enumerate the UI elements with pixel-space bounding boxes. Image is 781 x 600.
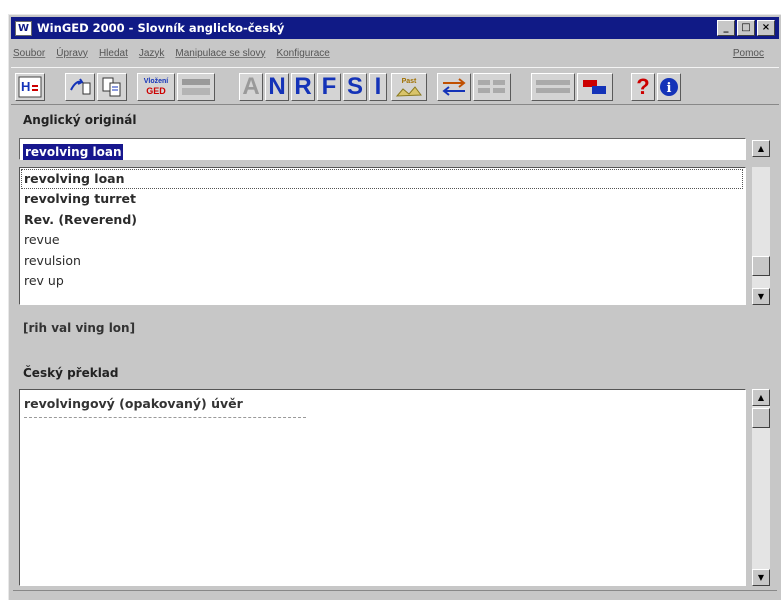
copy-icon <box>102 77 121 97</box>
export-button[interactable] <box>577 73 613 101</box>
search-input[interactable]: revolving loan <box>19 138 746 160</box>
translation-scroll-thumb[interactable] <box>752 408 770 428</box>
translation-scrollbar[interactable]: ▲ ▼ <box>752 389 770 586</box>
word-list[interactable]: revolving loan revolving turret Rev. (Re… <box>19 167 746 305</box>
translation-box[interactable]: revolvingový (opakovaný) úvěr <box>19 389 746 586</box>
list-item[interactable]: revolving loan <box>21 169 743 189</box>
export-icon <box>583 80 606 94</box>
menu-pomoc[interactable]: Pomoc <box>733 48 764 59</box>
list-item[interactable]: rev up <box>20 271 745 292</box>
open-icon <box>70 78 91 95</box>
letter-n-label: N <box>268 73 286 100</box>
list-item[interactable]: revulsion <box>20 251 745 272</box>
language-switch-button[interactable]: H <box>15 73 45 101</box>
swap-button[interactable] <box>437 73 471 101</box>
search-input-value: revolving loan <box>23 144 124 160</box>
menu-jazyk[interactable]: Jazyk <box>139 48 165 59</box>
entry-up-arrow-icon[interactable]: ▲ <box>752 140 770 157</box>
app-icon[interactable]: W <box>15 20 32 36</box>
scroll-down-arrow-icon[interactable]: ▼ <box>752 569 770 586</box>
maximize-button[interactable]: □ <box>737 20 755 36</box>
letter-r-label: R <box>294 73 312 100</box>
letter-a-button[interactable]: A <box>239 73 263 101</box>
settings-icon <box>478 80 505 93</box>
app-window: W WinGED 2000 - Slovník anglicko-český _… <box>8 14 781 600</box>
toolbar: H Vložení GED A N R F S I Past ? i <box>11 67 779 105</box>
past-button[interactable]: Past <box>391 73 427 101</box>
word-list-scroll-thumb[interactable] <box>752 256 770 276</box>
window-title: WinGED 2000 - Slovník anglicko-český <box>37 21 285 35</box>
menu-soubor[interactable]: Soubor <box>13 48 45 59</box>
menu-upravy[interactable]: Úpravy <box>56 48 88 59</box>
letter-i-button[interactable]: I <box>369 73 387 101</box>
info-icon: i <box>660 78 678 96</box>
past-label: Past <box>401 77 417 85</box>
letter-a-label: A <box>242 73 260 100</box>
list-item[interactable]: revue <box>20 230 745 251</box>
letter-s-button[interactable]: S <box>343 73 367 101</box>
list-item[interactable]: Rev. (Reverend) <box>20 210 745 231</box>
letter-i-label: I <box>374 73 382 100</box>
menu-hledat[interactable]: Hledat <box>99 48 128 59</box>
entry-scroll-button[interactable]: ▲ <box>752 138 770 160</box>
grayed-button[interactable] <box>177 73 215 101</box>
letter-f-button[interactable]: F <box>317 73 341 101</box>
help-icon: ? <box>636 74 650 99</box>
source-section-label: Anglický originál <box>23 113 137 127</box>
title-bar[interactable]: W WinGED 2000 - Slovník anglicko-český _… <box>11 17 779 39</box>
menu-manipulace[interactable]: Manipulace se slovy <box>175 48 265 59</box>
list-item[interactable]: revolving turret <box>20 189 745 210</box>
close-button[interactable]: × <box>757 20 775 36</box>
letter-n-button[interactable]: N <box>265 73 289 101</box>
menu-bar: Soubor Úpravy Hledat Jazyk Manipulace se… <box>13 43 777 63</box>
language-switch-glyph: H <box>21 79 30 94</box>
status-bar <box>13 590 777 600</box>
copy-button[interactable] <box>97 73 127 101</box>
letter-r-button[interactable]: R <box>291 73 315 101</box>
settings-button[interactable] <box>473 73 511 101</box>
grayed-icon <box>182 79 210 95</box>
target-section-label: Český překlad <box>23 366 119 380</box>
minimize-button[interactable]: _ <box>717 20 735 36</box>
list-view-icon <box>536 80 570 93</box>
ged-label: GED <box>146 86 166 96</box>
help-button[interactable]: ? <box>631 73 655 101</box>
open-button[interactable] <box>65 73 95 101</box>
info-glyph: i <box>667 81 672 96</box>
insert-ged-button[interactable]: Vložení GED <box>137 73 175 101</box>
vlozeni-label: Vložení <box>143 78 169 85</box>
swap-arrows-icon <box>442 78 466 96</box>
letter-s-label: S <box>346 73 363 100</box>
menu-konfigurace[interactable]: Konfigurace <box>276 48 329 59</box>
word-list-scrollbar[interactable]: ▼ <box>752 167 770 305</box>
letter-f-label: F <box>321 73 337 100</box>
language-switch-icon: H <box>18 76 42 98</box>
translation-text: revolvingový (opakovaný) úvěr <box>24 396 243 411</box>
translation-divider <box>24 417 306 418</box>
list-view-button[interactable] <box>531 73 575 101</box>
window-controls: _ □ × <box>717 20 775 36</box>
past-icon <box>395 85 422 97</box>
pronunciation-text: [rih val ving lon] <box>23 321 136 335</box>
scroll-up-arrow-icon[interactable]: ▲ <box>752 389 770 406</box>
info-button[interactable]: i <box>657 73 681 101</box>
scroll-down-arrow-icon[interactable]: ▼ <box>752 288 770 305</box>
